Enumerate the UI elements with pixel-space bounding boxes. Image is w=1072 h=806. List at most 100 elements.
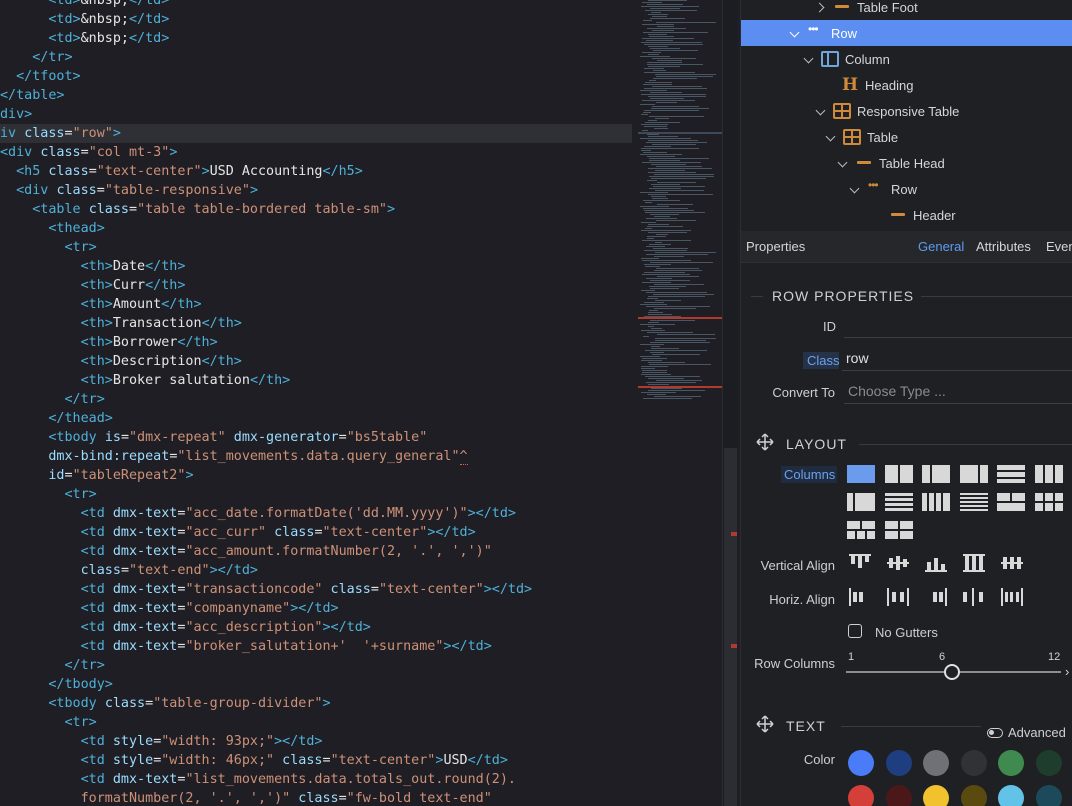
columns-layout-option[interactable] [884, 465, 913, 483]
advanced-toggle[interactable] [987, 728, 1003, 738]
code-line[interactable]: </tr> [0, 48, 632, 67]
columns-layout-option[interactable] [922, 465, 950, 483]
color-swatch[interactable] [885, 785, 912, 806]
columns-layout-option[interactable] [959, 465, 988, 483]
code-line[interactable]: <tbody class="table-group-divider"> [0, 694, 632, 713]
code-line[interactable]: id="tableRepeat2"> [0, 466, 632, 485]
code-line[interactable]: <td>&nbsp;</td> [0, 29, 632, 48]
code-line[interactable]: </tr> [0, 656, 632, 675]
chevron-down-icon[interactable] [825, 131, 837, 143]
code-line[interactable]: div> [0, 105, 632, 124]
color-swatch[interactable] [1035, 750, 1062, 776]
tree-item[interactable]: Table Foot [741, 0, 1072, 20]
columns-layout-option[interactable] [847, 521, 875, 539]
code-line[interactable]: <thead> [0, 219, 632, 238]
tree-item[interactable]: Column [741, 46, 1072, 72]
code-line[interactable]: class="text-end"></td> [0, 561, 632, 580]
class-input[interactable]: row [842, 347, 1072, 371]
code-line[interactable]: dmx-bind:repeat="list_movements.data.que… [0, 447, 632, 466]
code-line[interactable]: <tbody is="dmx-repeat" dmx-generator="bs… [0, 428, 632, 447]
code-line[interactable]: <td dmx-text="acc_date.formatDate('dd.MM… [0, 504, 632, 523]
vertical-align-option[interactable] [849, 554, 875, 574]
code-line[interactable]: <td dmx-text="acc_description"></td> [0, 618, 632, 637]
code-line[interactable]: formatNumber(2, '.', ',')" class="fw-bol… [0, 789, 632, 806]
tab-general[interactable]: General [918, 239, 964, 254]
code-area[interactable]: <td>&nbsp;</td> <td>&nbsp;</td> <td>&nbs… [0, 0, 632, 806]
code-line[interactable]: <td dmx-text="broker_salutation+' '+surn… [0, 637, 632, 656]
chevron-down-icon[interactable] [815, 105, 827, 117]
code-line[interactable]: <th>Date</th> [0, 257, 632, 276]
color-swatch[interactable] [998, 750, 1024, 776]
tree-item[interactable]: Row [741, 176, 1072, 202]
code-line[interactable]: <th>Transaction</th> [0, 314, 632, 333]
color-swatch[interactable] [923, 750, 949, 776]
code-line[interactable]: <td>&nbsp;</td> [0, 0, 632, 10]
horizontal-align-option[interactable] [1001, 588, 1027, 608]
chevron-down-icon[interactable] [789, 27, 801, 39]
minimap[interactable] [636, 0, 722, 806]
convert-to-select[interactable]: Choose Type ... [844, 380, 1072, 404]
code-line[interactable]: <th>Description</th> [0, 352, 632, 371]
scrollbar-thumb[interactable] [724, 448, 737, 806]
chevron-right-icon[interactable]: › [1065, 664, 1069, 679]
chevron-right-icon[interactable] [815, 1, 827, 13]
columns-layout-option[interactable] [997, 465, 1025, 483]
code-line[interactable]: <td>&nbsp;</td> [0, 10, 632, 29]
code-line[interactable]: </thead> [0, 409, 632, 428]
color-swatch[interactable] [923, 785, 949, 806]
code-line[interactable]: <td dmx-text="list_movements.data.totals… [0, 770, 632, 789]
vertical-align-option[interactable] [963, 554, 989, 574]
code-line[interactable]: <h5 class="text-center">USD Accounting</… [0, 162, 632, 181]
code-line[interactable]: <td dmx-text="acc_curr" class="text-cent… [0, 523, 632, 542]
code-line[interactable]: <tr> [0, 485, 632, 504]
color-swatch[interactable] [848, 785, 874, 806]
code-line[interactable]: </tfoot> [0, 67, 632, 86]
columns-layout-option[interactable] [1034, 465, 1063, 483]
code-line[interactable]: <th>Borrower</th> [0, 333, 632, 352]
code-line[interactable]: <th>Broker salutation</th> [0, 371, 632, 390]
no-gutters-checkbox[interactable] [848, 624, 862, 638]
horizontal-align-option[interactable] [849, 588, 875, 608]
tree-item[interactable]: Responsive Table [741, 98, 1072, 124]
id-input[interactable] [844, 314, 1072, 338]
columns-layout-option[interactable] [847, 493, 875, 511]
tree-item[interactable]: Header [741, 202, 1072, 228]
tab-attributes[interactable]: Attributes [976, 239, 1031, 254]
slider-thumb[interactable] [944, 664, 961, 680]
columns-layout-option[interactable] [884, 521, 913, 539]
code-line[interactable]: <tr> [0, 713, 632, 732]
vertical-align-option[interactable] [887, 554, 913, 574]
code-line[interactable]: <td style="width: 93px;"></td> [0, 732, 632, 751]
code-line[interactable]: <td style="width: 46px;" class="text-cen… [0, 751, 632, 770]
color-swatch[interactable] [998, 785, 1024, 806]
code-line[interactable]: <div class="col mt-3"> [0, 143, 632, 162]
code-line[interactable]: <tr> [0, 238, 632, 257]
chevron-down-icon[interactable] [849, 183, 861, 195]
code-line[interactable]: </tbody> [0, 675, 632, 694]
color-swatch[interactable] [960, 785, 987, 806]
horizontal-align-option[interactable] [963, 588, 989, 608]
horizontal-align-option[interactable] [887, 588, 913, 608]
code-line[interactable]: <td dmx-text="companyname"></td> [0, 599, 632, 618]
vertical-align-option[interactable] [925, 554, 951, 574]
tree-item[interactable]: Table Head [741, 150, 1072, 176]
code-line[interactable]: iv class="row"> [0, 124, 632, 143]
code-editor[interactable]: <td>&nbsp;</td> <td>&nbsp;</td> <td>&nbs… [0, 0, 740, 806]
code-line[interactable]: <th>Amount</th> [0, 295, 632, 314]
columns-layout-option[interactable] [1034, 493, 1063, 511]
tree-item[interactable]: Row [741, 20, 1072, 46]
horizontal-align-option[interactable] [925, 588, 951, 608]
code-line[interactable]: <td dmx-text="acc_amount.formatNumber(2,… [0, 542, 632, 561]
code-line[interactable]: <div class="table-responsive"> [0, 181, 632, 200]
code-line[interactable]: <table class="table table-bordered table… [0, 200, 632, 219]
chevron-down-icon[interactable] [803, 53, 815, 65]
color-swatch[interactable] [1035, 785, 1062, 806]
color-swatch[interactable] [885, 750, 912, 776]
columns-layout-option[interactable] [997, 493, 1025, 511]
code-line[interactable]: </tr> [0, 390, 632, 409]
tab-events[interactable]: Even [1046, 239, 1072, 254]
color-swatch[interactable] [848, 750, 874, 776]
code-line[interactable]: </table> [0, 86, 632, 105]
tree-item[interactable]: H Heading [741, 72, 1072, 98]
tree-item[interactable]: Table [741, 124, 1072, 150]
